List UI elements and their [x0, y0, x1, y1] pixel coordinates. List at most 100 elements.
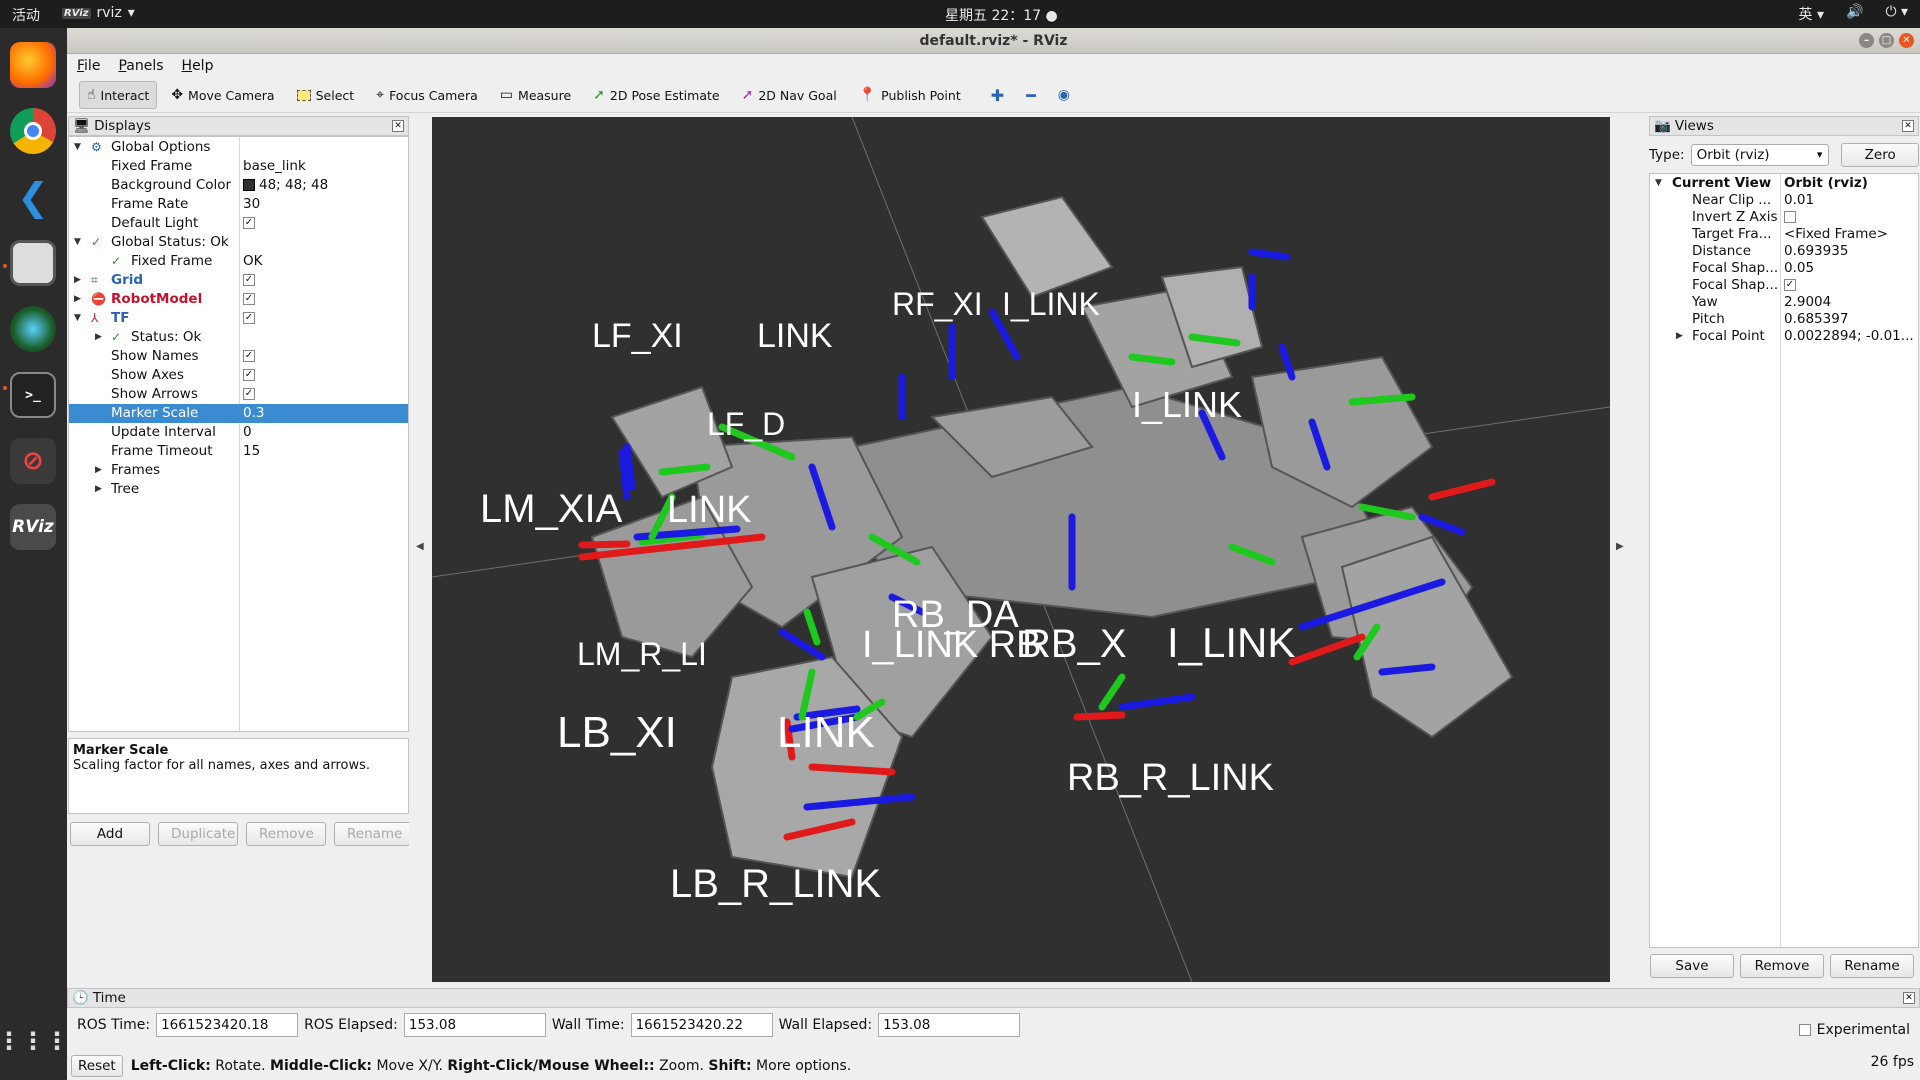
- window-titlebar[interactable]: default.rviz* - RViz – □ ✕: [67, 28, 1920, 54]
- expand-arrow-icon[interactable]: ▼: [1655, 175, 1662, 192]
- frame-timeout-value[interactable]: 15: [243, 442, 260, 461]
- tool-properties-icon[interactable]: ◉: [1050, 81, 1078, 109]
- collapse-arrow-icon[interactable]: ▶: [95, 461, 102, 480]
- tree-item-update-interval[interactable]: Update Interval 0: [69, 423, 408, 442]
- tree-item-focal-point[interactable]: ▶ Focal Point 0.0022894; -0.01...: [1650, 328, 1918, 345]
- distance-value[interactable]: 0.693935: [1784, 243, 1848, 260]
- remove-view-button[interactable]: Remove: [1740, 954, 1824, 978]
- view-type-select[interactable]: Orbit (rviz): [1690, 144, 1830, 166]
- wall-time-field[interactable]: 1661523420.22: [630, 1013, 773, 1037]
- tree-item-tf-status[interactable]: ▶ ✓ Status: Ok: [69, 328, 408, 347]
- 3d-viewport[interactable]: LF_XI LINK RF_XI I_LINK LF_D LM_XIA LINK…: [432, 117, 1610, 982]
- frame-rate-value[interactable]: 30: [243, 195, 260, 214]
- collapse-arrow-icon[interactable]: ▶: [74, 271, 81, 290]
- yaw-value[interactable]: 2.9004: [1784, 294, 1831, 311]
- tree-item-show-axes[interactable]: Show Axes ✓: [69, 366, 408, 385]
- collapse-left-icon[interactable]: ◀: [416, 541, 424, 552]
- focal-shape-size-value[interactable]: 0.05: [1784, 260, 1814, 277]
- select-tool-button[interactable]: Select: [289, 82, 363, 109]
- tree-item-invert-z[interactable]: Invert Z Axis: [1650, 209, 1918, 226]
- tree-item-pitch[interactable]: Pitch 0.685397: [1650, 311, 1918, 328]
- fixed-frame-value[interactable]: base_link: [243, 157, 306, 176]
- chrome-icon[interactable]: [10, 108, 56, 154]
- expand-arrow-icon[interactable]: ▼: [74, 309, 81, 328]
- ros-elapsed-field[interactable]: 153.08: [403, 1013, 546, 1037]
- clock[interactable]: 星期五 22：17 ●: [945, 5, 1058, 25]
- app-menu[interactable]: RViz rviz ▾: [62, 5, 135, 21]
- reset-button[interactable]: Reset: [71, 1055, 123, 1077]
- volume-icon[interactable]: 🔊: [1846, 4, 1863, 24]
- tree-item-focal-shape-size[interactable]: Focal Shap... 0.05: [1650, 260, 1918, 277]
- focus-camera-tool-button[interactable]: ⌖ Focus Camera: [368, 81, 486, 109]
- rename-display-button[interactable]: Rename: [334, 822, 414, 846]
- grid-checkbox[interactable]: ✓: [243, 274, 255, 286]
- tree-item-show-arrows[interactable]: Show Arrows ✓: [69, 385, 408, 404]
- collapse-right-icon[interactable]: ▶: [1616, 541, 1624, 552]
- tree-item-robot-model[interactable]: ▶ ⛔ RobotModel ✓: [69, 290, 408, 309]
- close-panel-icon[interactable]: ✕: [1902, 120, 1914, 132]
- files-icon[interactable]: [10, 240, 56, 286]
- expand-arrow-icon[interactable]: ▼: [74, 233, 81, 252]
- blocked-app-icon[interactable]: ⊘: [10, 438, 56, 484]
- tree-item-focal-shape-fixed[interactable]: Focal Shap... ✓: [1650, 277, 1918, 294]
- power-icon[interactable]: ⏻ ▾: [1885, 4, 1908, 24]
- tree-item-current-view[interactable]: ▼ Current View Orbit (rviz): [1650, 175, 1918, 192]
- show-axes-checkbox[interactable]: ✓: [243, 369, 255, 381]
- left-splitter[interactable]: ◀: [409, 116, 432, 982]
- tree-item-fixed-frame-status[interactable]: ✓ Fixed Frame OK: [69, 252, 408, 271]
- terminal-icon[interactable]: >_: [10, 372, 56, 418]
- minimize-icon[interactable]: –: [1859, 33, 1874, 48]
- experimental-toggle[interactable]: Experimental: [1798, 1022, 1910, 1038]
- tree-item-show-names[interactable]: Show Names ✓: [69, 347, 408, 366]
- right-splitter[interactable]: ▶: [1610, 116, 1632, 982]
- rename-view-button[interactable]: Rename: [1830, 954, 1914, 978]
- tree-item-frame-timeout[interactable]: Frame Timeout 15: [69, 442, 408, 461]
- tree-item-yaw[interactable]: Yaw 2.9004: [1650, 294, 1918, 311]
- near-clip-value[interactable]: 0.01: [1784, 192, 1814, 209]
- tree-item-global-status[interactable]: ▼ ✓ Global Status: Ok: [69, 233, 408, 252]
- close-icon[interactable]: ✕: [1899, 33, 1914, 48]
- marker-scale-value[interactable]: 0.3: [243, 404, 264, 423]
- pose-estimate-tool-button[interactable]: ➚ 2D Pose Estimate: [585, 81, 727, 109]
- camera-app-icon[interactable]: [10, 306, 56, 352]
- remove-tool-icon[interactable]: ━: [1018, 80, 1044, 111]
- interact-tool-button[interactable]: ☝ Interact: [79, 81, 158, 109]
- tf-checkbox[interactable]: ✓: [243, 312, 255, 324]
- collapse-arrow-icon[interactable]: ▶: [74, 290, 81, 309]
- measure-tool-button[interactable]: ▭ Measure: [492, 81, 579, 109]
- focal-point-value[interactable]: 0.0022894; -0.01...: [1784, 328, 1914, 345]
- show-arrows-checkbox[interactable]: ✓: [243, 388, 255, 400]
- add-display-button[interactable]: Add: [70, 822, 150, 846]
- tree-item-distance[interactable]: Distance 0.693935: [1650, 243, 1918, 260]
- experimental-checkbox[interactable]: [1798, 1024, 1811, 1036]
- remove-display-button[interactable]: Remove: [246, 822, 326, 846]
- tree-item-fixed-frame[interactable]: Fixed Frame base_link: [69, 157, 408, 176]
- zero-button[interactable]: Zero: [1841, 143, 1919, 167]
- tree-item-global-options[interactable]: ▼ ⚙ Global Options: [69, 138, 408, 157]
- tree-item-target-frame[interactable]: Target Fra... <Fixed Frame>: [1650, 226, 1918, 243]
- tree-item-marker-scale[interactable]: Marker Scale 0.3: [69, 404, 408, 423]
- firefox-icon[interactable]: [10, 42, 56, 88]
- maximize-icon[interactable]: □: [1879, 33, 1894, 48]
- rviz-dock-icon[interactable]: RViz: [10, 504, 56, 550]
- publish-point-tool-button[interactable]: 📍 Publish Point: [851, 81, 969, 109]
- invert-z-checkbox[interactable]: [1784, 211, 1796, 223]
- menu-file[interactable]: File: [77, 54, 100, 78]
- show-names-checkbox[interactable]: ✓: [243, 350, 255, 362]
- pitch-value[interactable]: 0.685397: [1784, 311, 1848, 328]
- close-panel-icon[interactable]: ✕: [392, 120, 404, 132]
- tree-item-tree[interactable]: ▶ Tree: [69, 480, 408, 499]
- move-camera-tool-button[interactable]: ✥ Move Camera: [163, 81, 282, 109]
- vscode-icon[interactable]: ❮: [10, 174, 56, 220]
- nav-goal-tool-button[interactable]: ➚ 2D Nav Goal: [734, 81, 845, 109]
- tree-item-grid[interactable]: ▶ ⌗ Grid ✓: [69, 271, 408, 290]
- tree-item-tf[interactable]: ▼ ⅄ TF ✓: [69, 309, 408, 328]
- input-method-indicator[interactable]: 英 ▾: [1799, 4, 1824, 24]
- tree-item-frames[interactable]: ▶ Frames: [69, 461, 408, 480]
- collapse-arrow-icon[interactable]: ▶: [1676, 328, 1683, 345]
- default-light-checkbox[interactable]: ✓: [243, 217, 255, 229]
- collapse-arrow-icon[interactable]: ▶: [95, 328, 102, 347]
- close-panel-icon[interactable]: ✕: [1903, 992, 1915, 1004]
- collapse-arrow-icon[interactable]: ▶: [95, 480, 102, 499]
- update-interval-value[interactable]: 0: [243, 423, 252, 442]
